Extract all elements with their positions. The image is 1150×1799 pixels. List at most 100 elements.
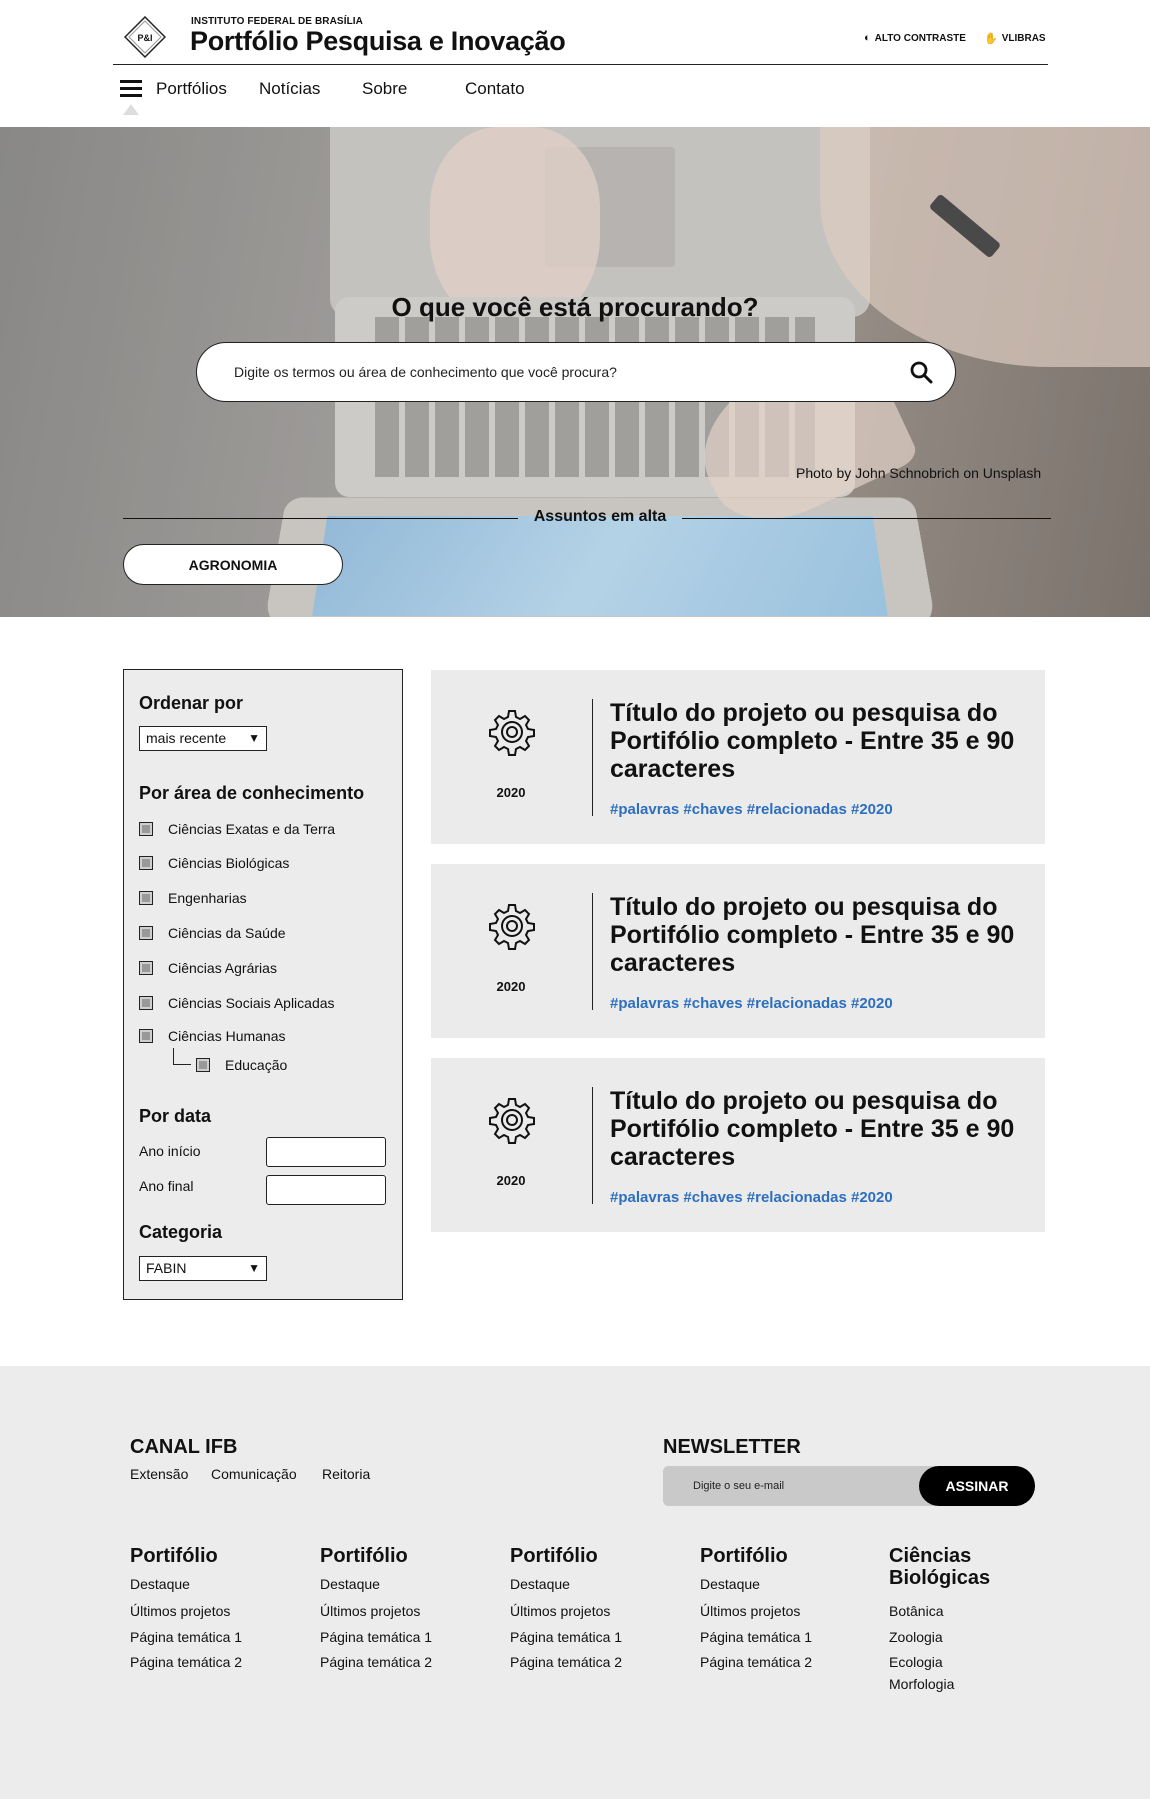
start-year-label: Ano início bbox=[139, 1143, 201, 1159]
footer-link[interactable]: Morfologia bbox=[889, 1676, 954, 1692]
footer-link[interactable]: Página temática 2 bbox=[320, 1654, 432, 1670]
result-card[interactable]: 2020 Título do projeto ou pesquisa do Po… bbox=[431, 1058, 1045, 1232]
canal-ifb-heading: CANAL IFB bbox=[130, 1436, 238, 1458]
checkbox[interactable] bbox=[196, 1058, 210, 1072]
canal-link-reitoria[interactable]: Reitoria bbox=[322, 1466, 370, 1482]
area-checkbox-sociais[interactable]: Ciências Sociais Aplicadas bbox=[139, 995, 335, 1011]
checkbox[interactable] bbox=[139, 891, 153, 905]
footer-link[interactable]: Últimos projetos bbox=[700, 1603, 800, 1619]
area-checkbox-biologicas[interactable]: Ciências Biológicas bbox=[139, 855, 289, 871]
area-checkbox-educacao[interactable]: Educação bbox=[196, 1057, 287, 1073]
nav-noticias[interactable]: Notícias bbox=[259, 79, 320, 99]
footer-link[interactable]: Botânica bbox=[889, 1603, 943, 1619]
site-header: P&I INSTITUTO FEDERAL DE BRASÍLIA Portfó… bbox=[0, 0, 1150, 127]
result-year: 2020 bbox=[496, 979, 526, 994]
area-checkbox-engenharias[interactable]: Engenharias bbox=[139, 890, 247, 906]
canal-link-comunicacao[interactable]: Comunicação bbox=[211, 1466, 297, 1482]
start-year-input[interactable] bbox=[266, 1137, 386, 1167]
dropdown-arrow-icon: ▼ bbox=[248, 1261, 260, 1275]
checkbox[interactable] bbox=[139, 926, 153, 940]
category-select[interactable]: FABIN ▼ bbox=[139, 1256, 267, 1281]
trending-label: Assuntos em alta bbox=[533, 508, 667, 525]
sort-value: mais recente bbox=[146, 730, 227, 746]
nav-sobre[interactable]: Sobre bbox=[362, 79, 407, 99]
nav-portfolios[interactable]: Portfólios bbox=[156, 79, 227, 99]
footer-link[interactable]: Página temática 2 bbox=[510, 1654, 622, 1670]
pi-logo[interactable]: P&I bbox=[124, 16, 166, 58]
hand-icon: ✋ bbox=[984, 33, 998, 45]
result-tags[interactable]: #palavras #chaves #relacionadas #2020 bbox=[610, 801, 893, 818]
header-divider bbox=[113, 64, 1048, 65]
checkbox[interactable] bbox=[139, 856, 153, 870]
footer-link[interactable]: Página temática 2 bbox=[130, 1654, 242, 1670]
footer-link[interactable]: Destaque bbox=[320, 1576, 380, 1592]
site-title[interactable]: Portfólio Pesquisa e Inovação bbox=[190, 26, 566, 57]
footer-col-heading: Ciências Biológicas bbox=[889, 1545, 991, 1589]
end-year-label: Ano final bbox=[139, 1178, 194, 1194]
result-year: 2020 bbox=[496, 785, 526, 800]
sort-heading: Ordenar por bbox=[139, 693, 244, 713]
contrast-icon: ◐ bbox=[864, 32, 871, 44]
result-card[interactable]: 2020 Título do projeto ou pesquisa do Po… bbox=[431, 670, 1045, 844]
area-label: Ciências Humanas bbox=[168, 1028, 286, 1044]
filter-panel: Ordenar por mais recente ▼ Por área de c… bbox=[123, 669, 403, 1300]
tree-connector bbox=[173, 1048, 191, 1065]
checkbox[interactable] bbox=[139, 1029, 153, 1043]
search-icon[interactable] bbox=[909, 360, 933, 384]
hamburger-menu-icon[interactable] bbox=[120, 80, 142, 97]
footer-link[interactable]: Destaque bbox=[510, 1576, 570, 1592]
footer-col-heading: Portifólio bbox=[130, 1545, 218, 1567]
footer-link[interactable]: Destaque bbox=[700, 1576, 760, 1592]
site-footer: CANAL IFB Extensão Comunicação Reitoria … bbox=[0, 1366, 1150, 1799]
subscribe-button[interactable]: ASSINAR bbox=[919, 1466, 1035, 1506]
result-tags[interactable]: #palavras #chaves #relacionadas #2020 bbox=[610, 995, 893, 1012]
footer-link[interactable]: Zoologia bbox=[889, 1629, 943, 1645]
checkbox[interactable] bbox=[139, 822, 153, 836]
footer-link[interactable]: Destaque bbox=[130, 1576, 190, 1592]
footer-link[interactable]: Página temática 1 bbox=[510, 1629, 622, 1645]
checkbox[interactable] bbox=[139, 996, 153, 1010]
card-divider bbox=[592, 699, 593, 816]
category-value: FABIN bbox=[146, 1260, 187, 1276]
area-label: Ciências Sociais Aplicadas bbox=[168, 995, 335, 1011]
trending-divider-left bbox=[123, 518, 518, 519]
category-heading: Categoria bbox=[139, 1222, 223, 1242]
vlibras-button[interactable]: ✋ VLIBRAS bbox=[984, 32, 1046, 45]
area-checkbox-humanas[interactable]: Ciências Humanas bbox=[139, 1028, 286, 1044]
result-tags[interactable]: #palavras #chaves #relacionadas #2020 bbox=[610, 1189, 893, 1206]
checkbox[interactable] bbox=[139, 961, 153, 975]
dropdown-arrow-icon: ▼ bbox=[248, 731, 260, 745]
area-label: Ciências Agrárias bbox=[168, 960, 277, 976]
hero-heading: O que você está procurando? bbox=[391, 292, 759, 322]
area-checkbox-agrarias[interactable]: Ciências Agrárias bbox=[139, 960, 277, 976]
area-checkbox-saude[interactable]: Ciências da Saúde bbox=[139, 925, 286, 941]
search-bar bbox=[196, 342, 956, 402]
area-checkbox-exatas[interactable]: Ciências Exatas e da Terra bbox=[139, 821, 335, 837]
footer-link[interactable]: Últimos projetos bbox=[130, 1603, 230, 1619]
result-title[interactable]: Título do projeto ou pesquisa do Portifó… bbox=[610, 1087, 1030, 1171]
footer-col-heading: Portifólio bbox=[510, 1545, 598, 1567]
gear-icon bbox=[489, 904, 535, 950]
result-title[interactable]: Título do projeto ou pesquisa do Portifó… bbox=[610, 699, 1030, 783]
newsletter-email-input[interactable] bbox=[693, 1466, 913, 1506]
footer-link[interactable]: Ecologia bbox=[889, 1654, 943, 1670]
footer-link[interactable]: Últimos projetos bbox=[510, 1603, 610, 1619]
footer-link[interactable]: Página temática 1 bbox=[700, 1629, 812, 1645]
result-title[interactable]: Título do projeto ou pesquisa do Portifó… bbox=[610, 893, 1030, 977]
high-contrast-toggle[interactable]: ◐ ALTO CONTRASTE bbox=[864, 32, 966, 44]
end-year-input[interactable] bbox=[266, 1175, 386, 1205]
search-input[interactable] bbox=[234, 364, 874, 380]
card-divider bbox=[592, 893, 593, 1010]
footer-link[interactable]: Página temática 1 bbox=[130, 1629, 242, 1645]
result-card[interactable]: 2020 Título do projeto ou pesquisa do Po… bbox=[431, 864, 1045, 1038]
area-label: Ciências Biológicas bbox=[168, 855, 290, 871]
sort-select[interactable]: mais recente ▼ bbox=[139, 726, 267, 751]
footer-link[interactable]: Página temática 2 bbox=[700, 1654, 812, 1670]
footer-link[interactable]: Últimos projetos bbox=[320, 1603, 420, 1619]
area-label: Ciências da Saúde bbox=[168, 925, 286, 941]
nav-contato[interactable]: Contato bbox=[465, 79, 525, 99]
trending-tag-agronomia[interactable]: AGRONOMIA bbox=[123, 544, 343, 585]
hero-banner: O que você está procurando? Photo by Joh… bbox=[0, 127, 1150, 617]
canal-link-extensao[interactable]: Extensão bbox=[130, 1466, 188, 1482]
footer-link[interactable]: Página temática 1 bbox=[320, 1629, 432, 1645]
